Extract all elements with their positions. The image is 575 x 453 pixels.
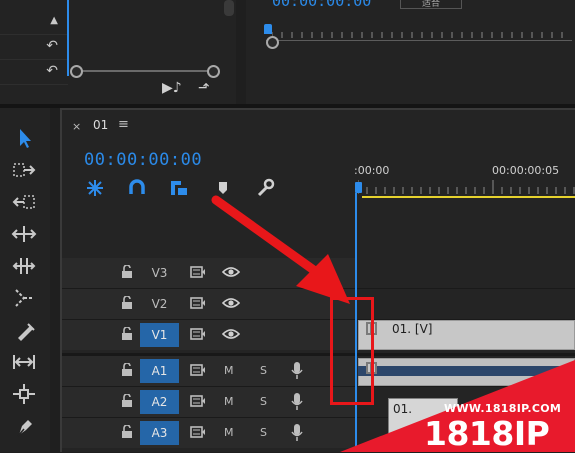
video-track-header[interactable]: V1 xyxy=(62,320,355,350)
slide-tool-icon[interactable] xyxy=(10,350,38,374)
track-lock-icon[interactable] xyxy=(120,296,134,310)
zoom-scrollbar[interactable] xyxy=(70,64,220,78)
track-lock-icon[interactable] xyxy=(120,363,134,377)
track-lock-icon[interactable] xyxy=(120,265,134,279)
audio-track-header[interactable]: A3 M S xyxy=(62,418,355,448)
track-name[interactable]: V2 xyxy=(140,292,179,316)
program-playhead-icon[interactable] xyxy=(264,24,272,34)
track-lock-icon[interactable] xyxy=(120,425,134,439)
video-clip[interactable] xyxy=(358,320,575,350)
zoom-scrollbar-track xyxy=(75,70,215,72)
nest-sequence-icon[interactable] xyxy=(84,178,106,198)
solo-button[interactable]: S xyxy=(260,364,267,377)
audio-track-header[interactable]: A1 M S xyxy=(62,356,355,386)
collapse-up-icon[interactable]: ▲ xyxy=(50,12,58,30)
sequence-tab[interactable]: 01 xyxy=(93,118,108,132)
tab-close-icon[interactable]: × xyxy=(72,120,81,133)
play-audio-only-icon[interactable]: ▶♪ xyxy=(162,80,182,96)
voiceover-record-mic-icon[interactable] xyxy=(290,361,304,381)
program-monitor-panel xyxy=(246,0,575,104)
program-zoom-handle[interactable] xyxy=(266,36,279,49)
fit-dropdown[interactable]: 适合 xyxy=(400,0,462,9)
mute-button[interactable]: M xyxy=(224,364,234,377)
tab-menu-icon[interactable]: ≡ xyxy=(118,117,129,132)
reset-icon[interactable]: ↶ xyxy=(46,37,58,55)
snap-magnet-icon[interactable] xyxy=(126,178,148,198)
pen-position-tool-icon[interactable] xyxy=(10,382,38,406)
track-header-bg xyxy=(62,356,355,386)
voiceover-record-mic-icon[interactable] xyxy=(290,423,304,443)
effect-row[interactable]: ↶ xyxy=(0,35,68,60)
watermark-brand: 1818IP xyxy=(424,414,550,453)
solo-button[interactable]: S xyxy=(260,395,267,408)
tools-panel xyxy=(0,108,50,452)
zoom-handle-right[interactable] xyxy=(207,65,220,78)
toggle-output-eye-icon[interactable] xyxy=(222,327,240,341)
mute-button[interactable]: M xyxy=(224,426,234,439)
track-select-forward-tool-icon[interactable] xyxy=(10,158,38,182)
track-name[interactable]: A3 xyxy=(140,421,179,445)
voiceover-record-mic-icon[interactable] xyxy=(290,392,304,412)
export-icon[interactable]: ⬏ xyxy=(198,80,210,96)
zoom-handle-left[interactable] xyxy=(70,65,83,78)
track-name[interactable]: A2 xyxy=(140,390,179,414)
effect-row[interactable]: ▲ xyxy=(0,10,68,35)
video-clip-label: 01. [V] xyxy=(392,322,433,336)
pen-tool-icon[interactable] xyxy=(10,414,38,438)
track-header-bg xyxy=(62,320,355,350)
slip-tool-icon[interactable] xyxy=(10,318,38,342)
solo-button[interactable]: S xyxy=(260,426,267,439)
sync-lock-icon[interactable] xyxy=(190,394,206,408)
time-ruler[interactable] xyxy=(358,180,575,194)
rolling-edit-tool-icon[interactable] xyxy=(10,222,38,246)
track-header-bg xyxy=(62,387,355,417)
sequence-timecode[interactable]: 00:00:00:00 xyxy=(84,150,202,170)
track-name[interactable]: A1 xyxy=(140,359,179,383)
work-area-bar[interactable] xyxy=(362,196,575,198)
program-ruler[interactable] xyxy=(272,30,572,38)
program-timecode[interactable]: 00:00:00:00 xyxy=(272,0,371,10)
program-ruler-line xyxy=(266,40,572,41)
sync-lock-icon[interactable] xyxy=(190,363,206,377)
sync-lock-icon[interactable] xyxy=(190,425,206,439)
effect-row[interactable]: ↶ xyxy=(0,60,68,85)
video-audio-divider[interactable] xyxy=(62,353,575,356)
source-monitor-panel: ▲ ↶ ↶ ▶♪ ⬏ xyxy=(0,0,236,104)
selection-tool-icon[interactable] xyxy=(10,126,38,150)
panel-buttons: ▶♪ ⬏ xyxy=(150,80,230,100)
effect-control-rows: ▲ ↶ ↶ xyxy=(0,0,68,85)
track-name[interactable]: V1 xyxy=(140,323,179,347)
audio-track-header[interactable]: A2 M S xyxy=(62,387,355,417)
ruler-label-start: :00:00 xyxy=(354,164,390,177)
ruler-label-5: 00:00:00:05 xyxy=(492,164,560,177)
rate-stretch-tool-icon[interactable] xyxy=(10,254,38,278)
track-lock-icon[interactable] xyxy=(120,327,134,341)
track-header-bg xyxy=(62,418,355,448)
effect-playhead-line xyxy=(67,0,69,76)
vertical-scrollbar[interactable] xyxy=(224,0,234,16)
ripple-edit-tool-icon[interactable] xyxy=(10,190,38,214)
track-name[interactable]: V3 xyxy=(140,261,179,285)
linked-selection-icon[interactable] xyxy=(168,178,190,198)
mute-button[interactable]: M xyxy=(224,395,234,408)
track-lock-icon[interactable] xyxy=(120,394,134,408)
razor-tool-icon[interactable] xyxy=(10,286,38,310)
reset-icon[interactable]: ↶ xyxy=(46,62,58,80)
sync-lock-icon[interactable] xyxy=(190,327,206,341)
